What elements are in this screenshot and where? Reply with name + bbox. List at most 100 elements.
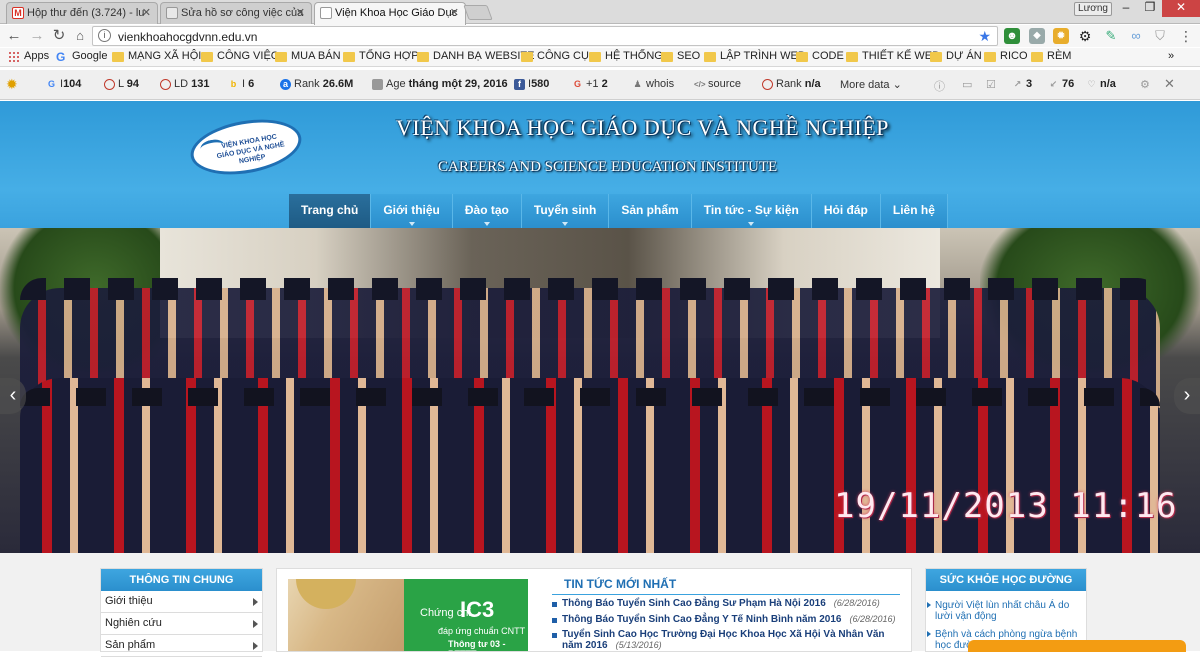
- nav-faq[interactable]: Hỏi đáp: [811, 194, 881, 228]
- general-info-box: THÔNG TIN CHUNG Giới thiệu Nghiên cứu Sả…: [100, 568, 263, 657]
- new-tab-button[interactable]: [463, 5, 493, 20]
- bookmark-folder[interactable]: DỰ ÁN: [930, 50, 982, 62]
- check-icon[interactable]: ☑: [986, 78, 996, 91]
- bookmark-folder[interactable]: DANH BẠ WEBSITE: [417, 50, 534, 62]
- bookmark-star-icon[interactable]: ★: [978, 28, 991, 45]
- close-icon[interactable]: ✕: [142, 6, 151, 19]
- gear-icon[interactable]: ⚙: [1077, 28, 1093, 44]
- close-icon[interactable]: ✕: [450, 6, 459, 19]
- nav-admissions[interactable]: Tuyển sinh: [521, 194, 610, 228]
- nav-contact[interactable]: Liên hệ: [880, 194, 948, 228]
- seo-rank[interactable]: Rank n/a: [762, 78, 821, 90]
- nav-home[interactable]: Trang chủ: [289, 194, 372, 228]
- news-link[interactable]: Thông Báo Tuyển Sinh Cao Đẳng Sư Phạm Hà…: [562, 598, 826, 609]
- page-info-icon[interactable]: ▭: [962, 78, 972, 91]
- menu-icon[interactable]: ⋮: [1178, 28, 1194, 44]
- info-icon[interactable]: i: [98, 29, 111, 42]
- address-bar[interactable]: i vienkhoahocgdvnn.edu.vn ★: [92, 26, 998, 46]
- forward-icon[interactable]: →: [28, 27, 46, 45]
- nav-training[interactable]: Đào tạo: [452, 194, 522, 228]
- seo-whois[interactable]: ♟ whois: [632, 78, 674, 90]
- menu-item-research[interactable]: Nghiên cứu: [101, 613, 262, 635]
- menu-item-products[interactable]: Sản phẩm: [101, 635, 262, 657]
- bookmark-folder[interactable]: MUA BÁN: [275, 50, 341, 62]
- nav-label: Tin tức - Sự kiện: [703, 203, 799, 217]
- seo-external-links[interactable]: ↗ 3: [1012, 78, 1032, 90]
- bookmark-apps[interactable]: Apps: [8, 50, 49, 62]
- folder-icon: [589, 52, 601, 62]
- bookmark-folder[interactable]: RÈM: [1031, 50, 1071, 62]
- institute-logo[interactable]: VIỆN KHOA HỌC GIÁO DỤC VÀ NGHỀ NGHIỆP: [186, 111, 306, 183]
- seo-label: LD: [174, 78, 189, 90]
- reload-icon[interactable]: ↻: [50, 27, 68, 45]
- profile-button[interactable]: Lương: [1074, 2, 1112, 16]
- tab-edit-profile[interactable]: Sửa hồ sơ công việc của ✕: [160, 2, 312, 24]
- bookmark-google[interactable]: G Google: [56, 50, 107, 64]
- seo-domain-age[interactable]: Age tháng một 29, 2016: [372, 78, 508, 90]
- bookmark-folder[interactable]: SEO: [661, 50, 700, 62]
- seo-value: 94: [126, 78, 140, 90]
- bookmarks-overflow-button[interactable]: »: [1168, 50, 1174, 62]
- slider-next-button[interactable]: ›: [1174, 378, 1200, 414]
- news-item[interactable]: Thông Báo Tuyển Sinh Cao Đẳng Sư Phạm Hà…: [552, 598, 880, 609]
- menu-item-about[interactable]: Giới thiệu: [101, 591, 262, 613]
- seo-source[interactable]: </> source: [694, 78, 741, 90]
- nav-news-events[interactable]: Tin tức - Sự kiện: [691, 194, 812, 228]
- bookmark-folder[interactable]: THIẾT KẾ WEB: [846, 50, 939, 62]
- seoquake-icon[interactable]: ✹: [1053, 28, 1069, 44]
- chevron-down-icon: ⌄: [892, 79, 902, 91]
- robot-extension-icon[interactable]: ☻: [1004, 28, 1020, 44]
- shield-icon[interactable]: ⛉: [1152, 28, 1168, 44]
- graduation-caps-front: [20, 388, 1160, 406]
- tab-active-site[interactable]: Viện Khoa Học Giáo Dục ✕: [314, 2, 466, 25]
- seo-facebook-likes[interactable]: f I580: [514, 78, 549, 90]
- hero-slider[interactable]: 19/11/2013 11:16 ‹ ›: [0, 228, 1200, 553]
- bookmark-folder[interactable]: CODE: [796, 50, 844, 62]
- more-data-dropdown[interactable]: More data ⌄: [840, 78, 902, 91]
- eyedropper-icon[interactable]: ✎: [1103, 28, 1119, 44]
- bookmark-folder[interactable]: HỆ THỐNG: [589, 50, 663, 62]
- tab-gmail[interactable]: M Hộp thư đến (3.724) - lu ✕: [6, 2, 158, 24]
- nav-products[interactable]: Sản phẩm: [609, 194, 692, 228]
- tab-title: Viện Khoa Học Giáo Dục: [335, 7, 458, 19]
- seo-alexa-rank[interactable]: a Rank 26.6M: [280, 78, 353, 90]
- close-icon[interactable]: ✕: [1164, 76, 1175, 92]
- back-icon[interactable]: ←: [5, 27, 23, 45]
- bookmark-folder[interactable]: MẠNG XÃ HỘI: [112, 50, 201, 62]
- nav-about[interactable]: Giới thiệu: [371, 194, 453, 228]
- seo-google-index[interactable]: G I104: [46, 78, 81, 90]
- bookmark-folder[interactable]: CÔNG VIỆC: [201, 50, 279, 62]
- chat-widget-tab[interactable]: [968, 640, 1186, 652]
- home-icon[interactable]: ⌂: [71, 27, 89, 45]
- news-link[interactable]: Tuyển Sinh Cao Học Trường Đại Học Khoa H…: [562, 629, 885, 651]
- minimize-button[interactable]: –: [1114, 0, 1138, 17]
- seo-google-plus[interactable]: G +1 2: [572, 78, 608, 90]
- folder-icon: [521, 52, 533, 62]
- seoquake-logo-icon[interactable]: ✹: [6, 76, 18, 93]
- bookmark-folder[interactable]: CÔNG CỤ: [521, 50, 589, 62]
- gear-icon[interactable]: ⚙: [1140, 78, 1150, 91]
- news-link[interactable]: Thông Báo Tuyển Sinh Cao Đẳng Y Tế Ninh …: [562, 614, 841, 625]
- bookmark-folder[interactable]: LẬP TRÌNH WEB: [704, 50, 805, 62]
- window-close-button[interactable]: ✕: [1162, 0, 1200, 17]
- caret-down-icon: [748, 222, 755, 226]
- link-icon[interactable]: ∞: [1128, 28, 1144, 44]
- close-icon[interactable]: ✕: [296, 6, 305, 19]
- news-item[interactable]: Thông Báo Tuyển Sinh Cao Đẳng Y Tế Ninh …: [552, 614, 896, 625]
- url-text[interactable]: vienkhoahocgdvnn.edu.vn: [118, 30, 257, 44]
- news-item[interactable]: Tuyển Sinh Cao Học Trường Đại Học Khoa H…: [552, 629, 892, 651]
- ad-sub-text: đáp ứng chuẩn CNTT: [438, 626, 526, 636]
- seo-links[interactable]: L 94: [104, 78, 139, 90]
- ic3-ad-banner[interactable]: Chứng chỉ IC3 đáp ứng chuẩn CNTT Thông t…: [288, 579, 528, 651]
- bookmark-folder[interactable]: RICO: [984, 50, 1028, 62]
- bookmark-folder[interactable]: TỔNG HỢP: [343, 50, 419, 62]
- seo-bing-index[interactable]: bI 6: [228, 78, 255, 90]
- info-icon[interactable]: ⓘ: [934, 78, 945, 94]
- seo-internal-links[interactable]: ↙ 76: [1048, 78, 1075, 90]
- seo-linking-domains[interactable]: LD 131: [160, 78, 209, 90]
- health-article-link[interactable]: Người Việt lùn nhất châu Á do lười vận đ…: [927, 600, 1085, 622]
- maximize-button[interactable]: ❐: [1138, 0, 1162, 17]
- dropbox-icon[interactable]: ◆: [1029, 28, 1045, 44]
- seo-social[interactable]: ♡ n/a: [1086, 78, 1115, 90]
- nav-label: Đào tạo: [464, 203, 509, 217]
